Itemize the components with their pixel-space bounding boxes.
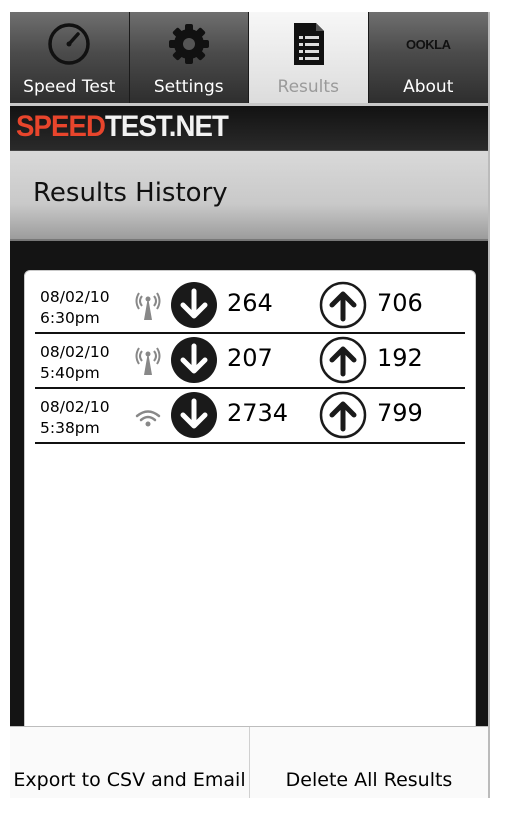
result-row[interactable]: 08/02/10 5:40pm 207 192 bbox=[35, 332, 465, 389]
tab-label: Settings bbox=[153, 77, 224, 97]
upload-arrow-icon bbox=[319, 391, 367, 439]
app-frame: Speed Test Settings Results OOKLA About … bbox=[10, 12, 488, 798]
action-bar: Export to CSV and Email Delete All Resul… bbox=[10, 726, 488, 798]
wifi-icon bbox=[135, 401, 161, 431]
tab-label: About bbox=[403, 77, 454, 97]
tab-label: Speed Test bbox=[23, 77, 116, 97]
screen-edge bbox=[488, 12, 490, 798]
page-title: Results History bbox=[33, 178, 228, 208]
tab-label: Results bbox=[277, 77, 339, 97]
tab-bar: Speed Test Settings Results OOKLA About bbox=[10, 12, 488, 103]
upload-speed: 706 bbox=[377, 289, 423, 317]
result-row[interactable]: 08/02/10 5:38pm 2734 799 bbox=[35, 387, 465, 444]
cell-tower-icon bbox=[135, 346, 161, 376]
result-row[interactable]: 08/02/10 6:30pm 264 706 bbox=[35, 277, 465, 334]
upload-arrow-icon bbox=[319, 281, 367, 329]
download-speed: 264 bbox=[227, 289, 273, 317]
download-arrow-icon bbox=[170, 281, 218, 329]
download-arrow-icon bbox=[170, 391, 218, 439]
result-datetime: 08/02/10 6:30pm bbox=[40, 288, 110, 327]
result-datetime: 08/02/10 5:40pm bbox=[40, 343, 110, 382]
tab-results[interactable]: Results bbox=[249, 12, 369, 103]
results-header: Results History bbox=[10, 151, 488, 241]
document-icon bbox=[249, 20, 368, 68]
upload-speed: 799 bbox=[377, 399, 423, 427]
brand-bar: SPEEDTEST.NET bbox=[10, 106, 488, 151]
results-list[interactable]: 08/02/10 6:30pm 264 706 08/02/10 5:40pm … bbox=[24, 270, 476, 742]
speedtest-logo: SPEEDTEST.NET bbox=[16, 110, 229, 143]
download-speed: 207 bbox=[227, 344, 273, 372]
tab-settings[interactable]: Settings bbox=[129, 12, 249, 103]
speedometer-icon bbox=[10, 20, 129, 68]
ookla-logo: OOKLA bbox=[406, 36, 451, 52]
tab-about[interactable]: OOKLA About bbox=[368, 12, 488, 103]
download-speed: 2734 bbox=[227, 399, 289, 427]
export-csv-email-button[interactable]: Export to CSV and Email bbox=[10, 727, 249, 798]
download-arrow-icon bbox=[170, 336, 218, 384]
result-datetime: 08/02/10 5:38pm bbox=[40, 398, 110, 437]
tab-speed-test[interactable]: Speed Test bbox=[10, 12, 130, 103]
delete-all-results-button[interactable]: Delete All Results bbox=[249, 727, 488, 798]
upload-speed: 192 bbox=[377, 344, 423, 372]
gear-icon bbox=[130, 20, 249, 68]
cell-tower-icon bbox=[135, 291, 161, 321]
upload-arrow-icon bbox=[319, 336, 367, 384]
